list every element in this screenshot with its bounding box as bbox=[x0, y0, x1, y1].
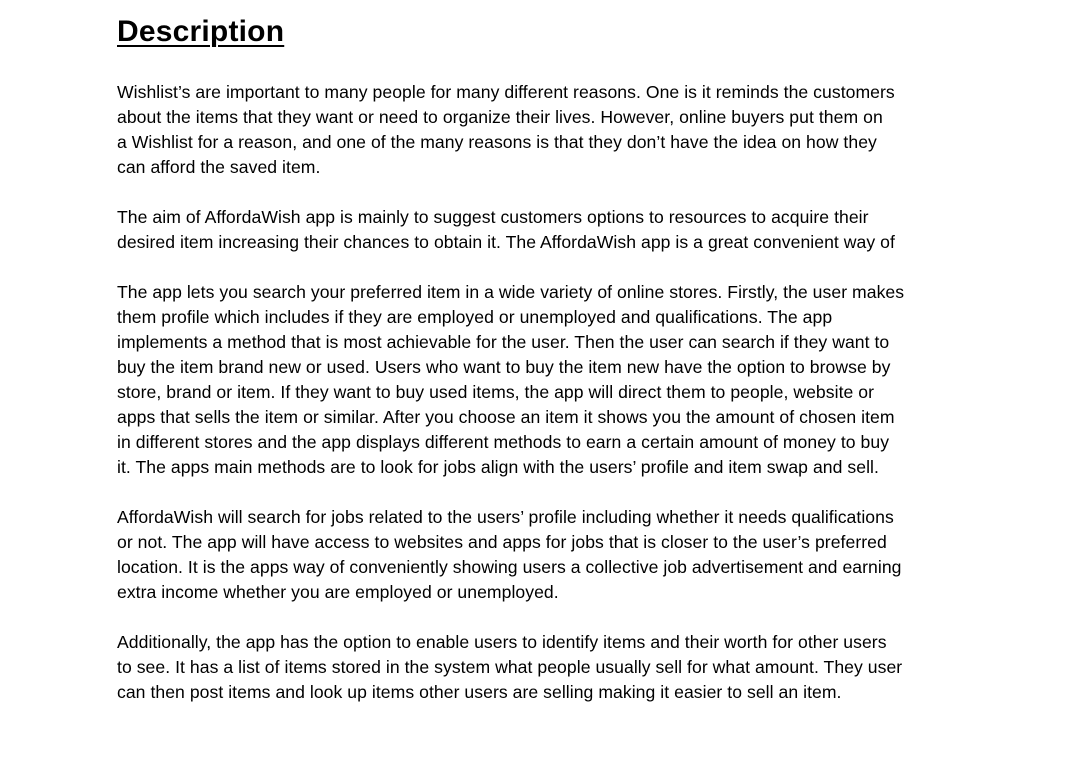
paragraph-line: can then post items and look up items ot… bbox=[117, 682, 842, 702]
paragraph-features: The app lets you search your preferred i… bbox=[117, 280, 962, 480]
paragraph-line: AffordaWish will search for jobs related… bbox=[117, 507, 894, 527]
paragraph-swap-sell: Additionally, the app has the option to … bbox=[117, 630, 962, 705]
paragraph-line: The aim of AffordaWish app is mainly to … bbox=[117, 207, 869, 227]
paragraph-line: a Wishlist for a reason, and one of the … bbox=[117, 132, 877, 152]
paragraph-line: about the items that they want or need t… bbox=[117, 107, 883, 127]
paragraph-line: to see. It has a list of items stored in… bbox=[117, 657, 903, 677]
paragraph-line: or not. The app will have access to webs… bbox=[117, 532, 887, 552]
paragraph-line: location. It is the apps way of convenie… bbox=[117, 557, 902, 577]
paragraph-line: buy the item brand new or used. Users wh… bbox=[117, 357, 891, 377]
paragraph-line: it. The apps main methods are to look fo… bbox=[117, 457, 879, 477]
paragraph-line: desired item increasing their chances to… bbox=[117, 232, 895, 252]
paragraph-line: can afford the saved item. bbox=[117, 157, 321, 177]
paragraph-line: implements a method that is most achieva… bbox=[117, 332, 890, 352]
paragraph-line: apps that sells the item or similar. Aft… bbox=[117, 407, 895, 427]
paragraph-line: store, brand or item. If they want to bu… bbox=[117, 382, 875, 402]
paragraph-line: in different stores and the app displays… bbox=[117, 432, 890, 452]
paragraph-line: extra income whether you are employed or… bbox=[117, 582, 559, 602]
paragraph-line: Wishlist’s are important to many people … bbox=[117, 82, 895, 102]
paragraph-line: them profile which includes if they are … bbox=[117, 307, 833, 327]
paragraph-line: Additionally, the app has the option to … bbox=[117, 632, 887, 652]
paragraph-aim: The aim of AffordaWish app is mainly to … bbox=[117, 205, 962, 255]
paragraph-jobs: AffordaWish will search for jobs related… bbox=[117, 505, 962, 605]
page-title: Description bbox=[117, 15, 285, 48]
paragraph-line: The app lets you search your preferred i… bbox=[117, 282, 905, 302]
document-page: Description Wishlist’s are important to … bbox=[117, 0, 962, 702]
paragraph-intro: Wishlist’s are important to many people … bbox=[117, 80, 962, 180]
